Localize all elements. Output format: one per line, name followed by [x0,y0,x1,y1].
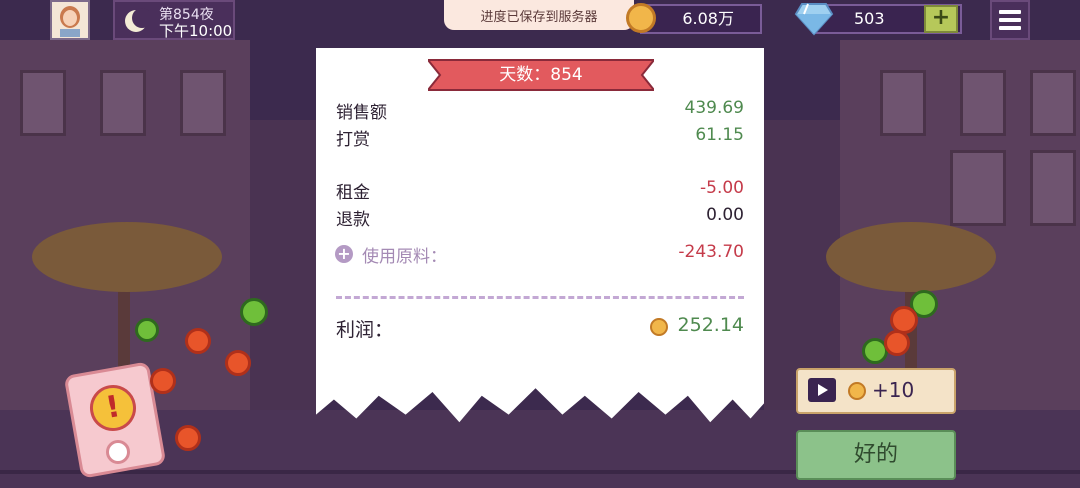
moon-icon [125,8,149,32]
save-toast: 进度已保存到服务器 [444,0,634,30]
menu-button[interactable] [990,0,1030,40]
profit-label: 利润： [336,319,394,341]
day-banner: 天数：854 [499,65,583,85]
ingredients-label[interactable]: 使用原料： [362,242,447,267]
ok-button[interactable]: 好的 [796,430,956,480]
avatar-icon [54,3,86,37]
building-window [1030,70,1076,136]
building-window [100,70,146,136]
building-window [960,70,1006,136]
pepper-slice-decoration [240,298,268,326]
tomato-slice-decoration [225,350,251,376]
tips-value: 61.15 [695,125,744,145]
tomato-slice-decoration [175,425,201,451]
building-window [20,70,66,136]
game-time: 下午10:00 [159,22,233,40]
pepper-slice-decoration [135,318,159,342]
sales-value: 439.69 [684,98,744,118]
coin-icon [650,318,668,336]
receipt-divider [336,296,744,299]
profit-value: 252.14 [677,314,744,336]
building-window [1030,150,1076,226]
expand-ingredients-button[interactable]: + [335,245,353,263]
tomato-slice-decoration [884,330,910,356]
video-icon [808,378,836,402]
player-avatar[interactable] [50,0,90,40]
coin-icon [848,382,866,400]
building-window [880,70,926,136]
add-gems-button[interactable]: + [924,5,958,33]
rent-label: 租金 [336,183,370,203]
mid-building [250,120,320,420]
diamond-icon [794,3,834,36]
ad-reward-label: +10 [872,378,915,402]
refund-value: 0.00 [706,205,744,225]
phone-home-icon [106,440,130,464]
tips-label: 打赏 [336,130,370,150]
building-window [180,70,226,136]
tree-canopy [32,222,222,292]
rent-value: -5.00 [700,178,744,198]
tree-canopy [826,222,996,292]
ingredients-value: -243.70 [678,242,744,262]
tomato-slice-decoration [150,368,176,394]
menu-icon [999,10,1021,14]
tomato-slice-decoration [185,328,211,354]
night-counter: 第854夜 下午10:00 [113,0,235,40]
coin-icon [626,3,656,33]
building-window [950,150,1006,226]
sales-label: 销售额 [336,103,387,123]
refund-label: 退款 [336,210,370,230]
coin-balance: 6.08万 [640,4,762,34]
